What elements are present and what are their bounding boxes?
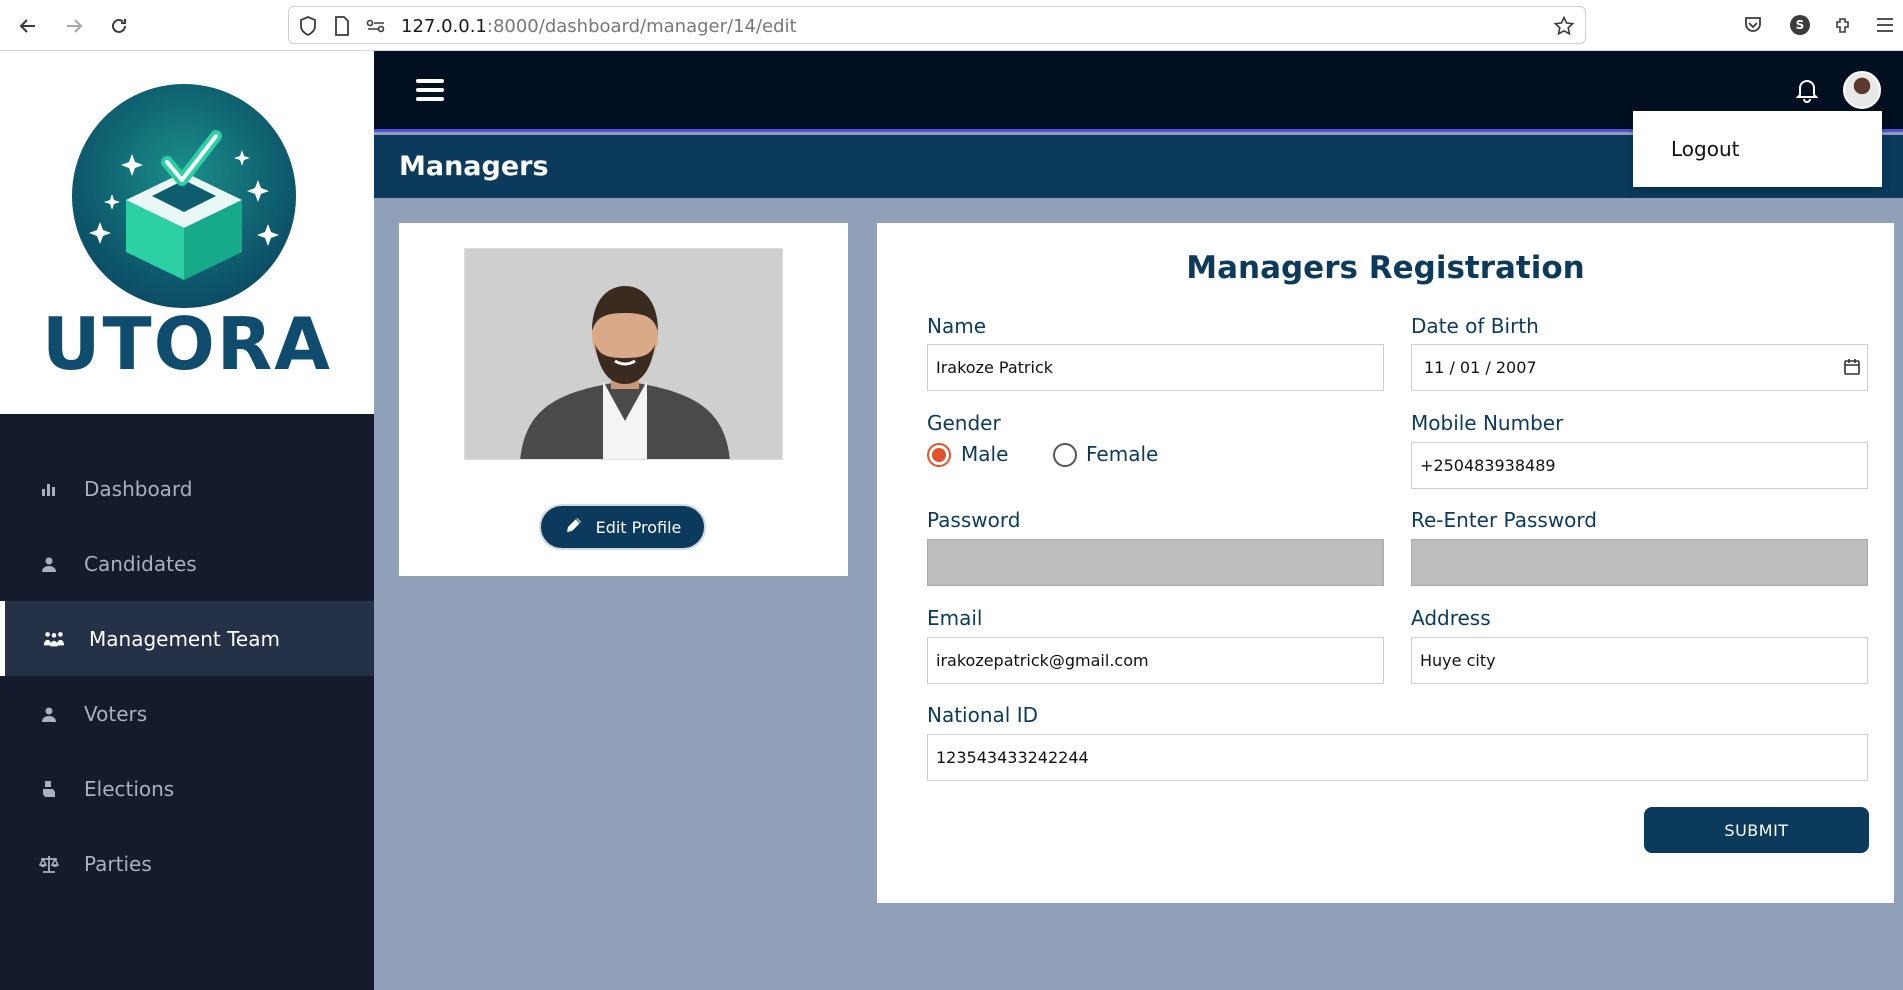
national-id-input[interactable]: 123543433242244 [927, 734, 1868, 781]
form-title: Managers Registration [1186, 250, 1585, 286]
vote-hand-icon [38, 778, 60, 800]
password-input[interactable] [927, 539, 1384, 586]
ballot-box-icon [89, 130, 279, 280]
password-label: Password [927, 508, 1021, 532]
profile-photo [464, 248, 783, 460]
calendar-icon[interactable] [1843, 358, 1861, 380]
email-input[interactable]: irakozepatrick@gmail.com [927, 637, 1384, 684]
gender-male-radio[interactable] [927, 443, 951, 467]
sidebar-item-label: Dashboard [84, 476, 193, 501]
sidebar-item-label: Candidates [84, 551, 197, 576]
profile-card: Edit Profile [399, 223, 848, 576]
name-input[interactable]: Irakoze Patrick [927, 344, 1384, 391]
mobile-input[interactable]: +250483938489 [1411, 442, 1868, 489]
address-input[interactable]: Huye city [1411, 637, 1868, 684]
gender-female-label[interactable]: Female [1086, 442, 1158, 466]
sidebar: UTORA Dashboard Candidates Management Te… [0, 51, 374, 990]
notification-bell-icon[interactable] [1794, 77, 1820, 103]
name-label: Name [927, 314, 987, 338]
logo-area: UTORA [0, 51, 374, 414]
sidebar-item-elections[interactable]: Elections [0, 751, 374, 826]
reenter-password-label: Re-Enter Password [1411, 508, 1597, 532]
account-icon[interactable]: S [1788, 13, 1812, 37]
sidebar-item-management-team[interactable]: Management Team [0, 601, 374, 676]
submit-button[interactable]: SUBMIT [1644, 807, 1869, 853]
email-label: Email [927, 606, 983, 630]
sidebar-item-dashboard[interactable]: Dashboard [0, 451, 374, 526]
url-host: 127.0.0.1 [401, 16, 487, 37]
sidebar-item-label: Management Team [89, 626, 280, 651]
sidebar-item-label: Parties [84, 851, 152, 876]
user-avatar[interactable] [1843, 71, 1881, 109]
reenter-password-input[interactable] [1411, 539, 1868, 586]
bookmark-star-icon[interactable] [1553, 15, 1575, 37]
edit-profile-label: Edit Profile [595, 517, 682, 537]
user-icon [38, 703, 60, 725]
scale-icon [38, 853, 60, 875]
user-icon [38, 553, 60, 575]
dob-input[interactable]: 11 / 01 / 2007 [1411, 344, 1868, 391]
url-path: :8000/dashboard/manager/14/edit [486, 16, 797, 37]
team-icon [43, 628, 65, 650]
sidebar-item-voters[interactable]: Voters [0, 676, 374, 751]
account-initial: S [1790, 15, 1810, 35]
dob-label: Date of Birth [1411, 314, 1539, 338]
user-dropdown-menu: Logout [1633, 111, 1882, 187]
address-bar[interactable]: 127.0.0.1:8000/dashboard/manager/14/edit [288, 6, 1586, 44]
registration-form: Managers Registration Name Irakoze Patri… [877, 223, 1894, 903]
pocket-icon[interactable] [1741, 13, 1765, 37]
pencil-icon [564, 515, 584, 539]
sidebar-item-candidates[interactable]: Candidates [0, 526, 374, 601]
menu-icon[interactable] [1873, 13, 1897, 37]
address-label: Address [1411, 606, 1491, 630]
connection-icon[interactable] [365, 15, 387, 37]
brand-name: UTORA [42, 302, 332, 386]
dob-value: 11 / 01 / 2007 [1424, 358, 1537, 377]
gender-label: Gender [927, 411, 1001, 435]
edit-profile-button[interactable]: Edit Profile [539, 504, 706, 550]
browser-toolbar: 127.0.0.1:8000/dashboard/manager/14/edit… [0, 0, 1903, 51]
url-text[interactable]: 127.0.0.1:8000/dashboard/manager/14/edit [401, 16, 797, 37]
sidebar-item-label: Elections [84, 776, 175, 801]
sidebar-item-label: Voters [84, 701, 148, 726]
hamburger-menu-icon[interactable] [416, 79, 444, 101]
forward-icon[interactable] [60, 12, 88, 40]
national-id-label: National ID [927, 703, 1038, 727]
gender-female-radio[interactable] [1053, 443, 1077, 467]
bar-chart-icon [38, 478, 60, 500]
reload-icon[interactable] [105, 12, 133, 40]
page-icon [331, 15, 353, 37]
logout-menu-item[interactable]: Logout [1671, 137, 1739, 161]
page-title: Managers [399, 151, 549, 182]
logo-emblem [72, 84, 296, 308]
shield-icon [297, 15, 319, 37]
sidebar-item-parties[interactable]: Parties [0, 826, 374, 901]
gender-male-label[interactable]: Male [961, 442, 1008, 466]
mobile-label: Mobile Number [1411, 411, 1564, 435]
back-icon[interactable] [14, 12, 42, 40]
extensions-icon[interactable] [1831, 13, 1855, 37]
